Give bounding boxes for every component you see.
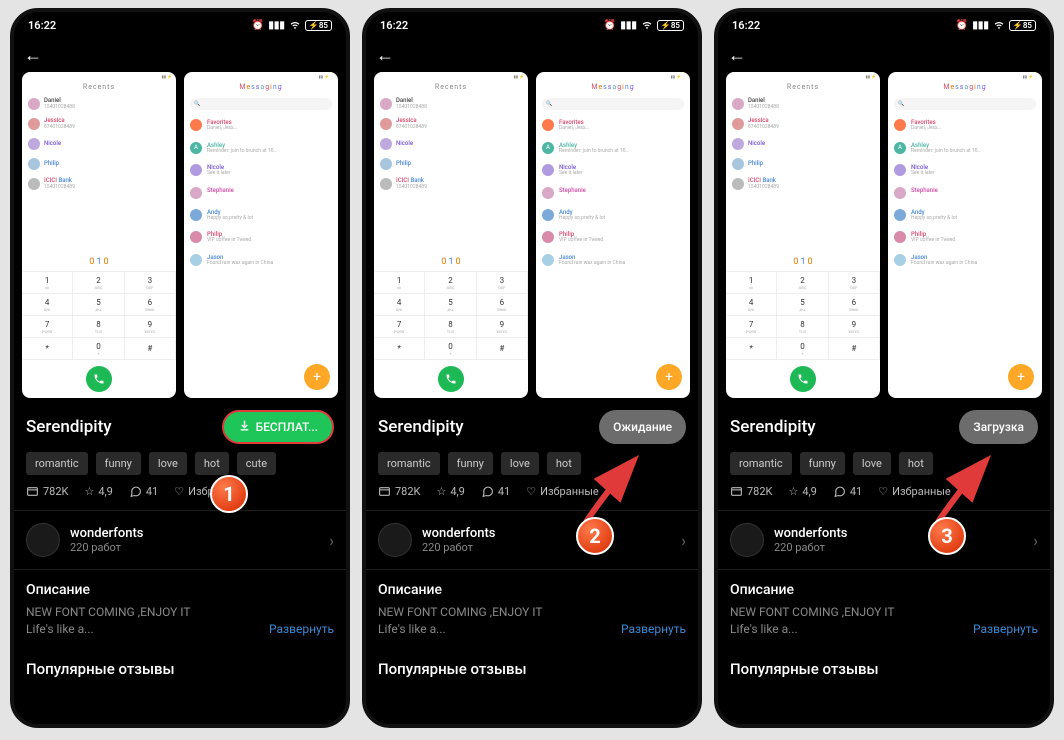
phone-screenshot-1: 16:22 ⏰ ▮▮▮ ⚡85 ← ▮▮ ⚡ Recents Daniel154… — [10, 8, 350, 728]
tag[interactable]: romantic — [730, 452, 792, 475]
tag[interactable]: romantic — [26, 452, 88, 475]
compose-fab[interactable]: + — [304, 364, 330, 390]
tags-row: romantic funny love hot cute — [14, 452, 346, 485]
theme-title: Serendipity — [730, 417, 951, 437]
description-heading: Описание — [26, 582, 334, 598]
waiting-button[interactable]: Ожидание — [599, 410, 686, 444]
call-button[interactable] — [438, 366, 464, 392]
annotation-badge-3: 3 — [928, 517, 966, 555]
loading-button[interactable]: Загрузка — [959, 410, 1038, 444]
author-row[interactable]: wonderfonts 220 работ › — [718, 510, 1050, 570]
preview-messages[interactable]: ▮▮ ⚡ ⋮ Messaging 🔍 FavoritesDaniel, Jess… — [536, 72, 690, 398]
tag[interactable]: love — [149, 452, 187, 475]
alarm-icon: ⏰ — [956, 20, 968, 31]
description-section: Описание NEW FONT COMING ,ENJOY IT Life'… — [14, 570, 346, 650]
expand-link[interactable]: Развернуть — [621, 621, 686, 638]
phone-screenshot-2: 16:22 ⏰ ▮▮▮ ⚡85 ← ▮▮ ⚡ Recents Daniel154… — [362, 8, 702, 728]
call-button[interactable] — [86, 366, 112, 392]
stat-rating: ☆ 4,9 — [84, 485, 112, 498]
free-button-label: БЕСПЛАТ... — [256, 420, 318, 434]
dialpad: 010 1∞ 2ABC 3DEF 4GHI 5JKL 6MNO 7PQRS 8T… — [22, 253, 176, 398]
tag[interactable]: hot — [195, 452, 229, 475]
wifi-icon — [289, 18, 301, 33]
author-avatar — [26, 523, 60, 557]
wifi-icon — [641, 18, 653, 33]
battery-icon: ⚡85 — [305, 20, 332, 31]
reviews-heading: Популярные отзывы — [14, 650, 346, 678]
expand-link[interactable]: Развернуть — [973, 621, 1038, 638]
back-arrow-icon[interactable]: ← — [24, 45, 42, 66]
signal-icon: ▮▮▮ — [972, 20, 989, 31]
description-line2: Life's like a... — [26, 622, 94, 636]
messages-header: Messaging — [184, 80, 338, 94]
preview-messages[interactable]: ▮▮ ⚡ ⋮ Messaging 🔍 FavoritesDaniel, Jess… — [184, 72, 338, 398]
preview-dialer[interactable]: ▮▮ ⚡ Recents Daniel15401028488 Jessica87… — [374, 72, 528, 398]
loading-button-label: Загрузка — [973, 420, 1024, 434]
messages-search[interactable]: 🔍 — [190, 98, 332, 110]
stat-downloads: 782K — [26, 485, 68, 498]
tag[interactable]: funny — [800, 452, 845, 475]
waiting-button-label: Ожидание — [613, 420, 672, 434]
alarm-icon: ⏰ — [252, 20, 264, 31]
author-row[interactable]: wonderfonts 220 работ › — [14, 510, 346, 570]
contact-list: Daniel15401028488 Jessica87401028489 Nic… — [22, 94, 176, 194]
tag[interactable]: funny — [96, 452, 141, 475]
author-works: 220 работ — [70, 541, 319, 554]
tag[interactable]: love — [501, 452, 539, 475]
back-arrow-icon[interactable]: ← — [376, 45, 394, 66]
theme-title: Serendipity — [378, 417, 591, 437]
compose-fab[interactable]: + — [656, 364, 682, 390]
chevron-right-icon: › — [329, 531, 334, 550]
statusbar-time: 16:22 — [732, 19, 760, 32]
status-bar: 16:22 ⏰ ▮▮▮ ⚡85 — [718, 12, 1050, 38]
battery-icon: ⚡85 — [1009, 20, 1036, 31]
signal-icon: ▮▮▮ — [620, 20, 637, 31]
download-free-button[interactable]: БЕСПЛАТ... — [222, 410, 334, 444]
preview-dialer[interactable]: ▮▮ ⚡ Recents Daniel15401028488 Jessica87… — [726, 72, 880, 398]
theme-title: Serendipity — [26, 417, 214, 437]
phone-screenshot-3: 16:22 ⏰ ▮▮▮ ⚡85 ← ▮▮ ⚡ Recents Daniel154… — [714, 8, 1054, 728]
call-button[interactable] — [790, 366, 816, 392]
statusbar-time: 16:22 — [380, 19, 408, 32]
tag[interactable]: cute — [237, 452, 276, 475]
expand-link[interactable]: Развернуть — [269, 621, 334, 638]
download-icon — [238, 419, 251, 435]
battery-icon: ⚡85 — [657, 20, 684, 31]
nav-back-row: ← — [14, 38, 346, 72]
tag[interactable]: funny — [448, 452, 493, 475]
stats-row: 782K ☆ 4,9 41 ♡ Избранные — [14, 485, 346, 510]
annotation-badge-1: 1 — [210, 475, 248, 513]
stat-comments: 41 — [129, 485, 158, 498]
chevron-right-icon: › — [1033, 531, 1038, 550]
statusbar-indicators: ⏰ ▮▮▮ ⚡85 — [252, 18, 332, 33]
messages-list: FavoritesDaniel, Jess... AAshleyReminder… — [184, 114, 338, 271]
compose-fab[interactable]: + — [1008, 364, 1034, 390]
status-bar: 16:22 ⏰ ▮▮▮ ⚡85 — [366, 12, 698, 38]
dialed-digits: 010 — [22, 253, 176, 271]
chevron-right-icon: › — [681, 531, 686, 550]
signal-icon: ▮▮▮ — [268, 20, 285, 31]
statusbar-time: 16:22 — [28, 19, 56, 32]
preview-messages[interactable]: ▮▮ ⚡ ⋮ Messaging 🔍 FavoritesDaniel, Jess… — [888, 72, 1042, 398]
back-arrow-icon[interactable]: ← — [728, 45, 746, 66]
author-row[interactable]: wonderfonts 220 работ › — [366, 510, 698, 570]
description-line1: NEW FONT COMING ,ENJOY IT — [26, 605, 191, 619]
alarm-icon: ⏰ — [604, 20, 616, 31]
dialer-header: Recents — [22, 80, 176, 94]
tag[interactable]: love — [853, 452, 891, 475]
annotation-badge-2: 2 — [576, 517, 614, 555]
theme-previews: ▮▮ ⚡ Recents Daniel15401028488 Jessica87… — [14, 72, 346, 398]
status-bar: 16:22 ⏰ ▮▮▮ ⚡85 — [14, 12, 346, 38]
author-name: wonderfonts — [70, 526, 319, 541]
tag[interactable]: romantic — [378, 452, 440, 475]
preview-dialer[interactable]: ▮▮ ⚡ Recents Daniel15401028488 Jessica87… — [22, 72, 176, 398]
wifi-icon — [993, 18, 1005, 33]
